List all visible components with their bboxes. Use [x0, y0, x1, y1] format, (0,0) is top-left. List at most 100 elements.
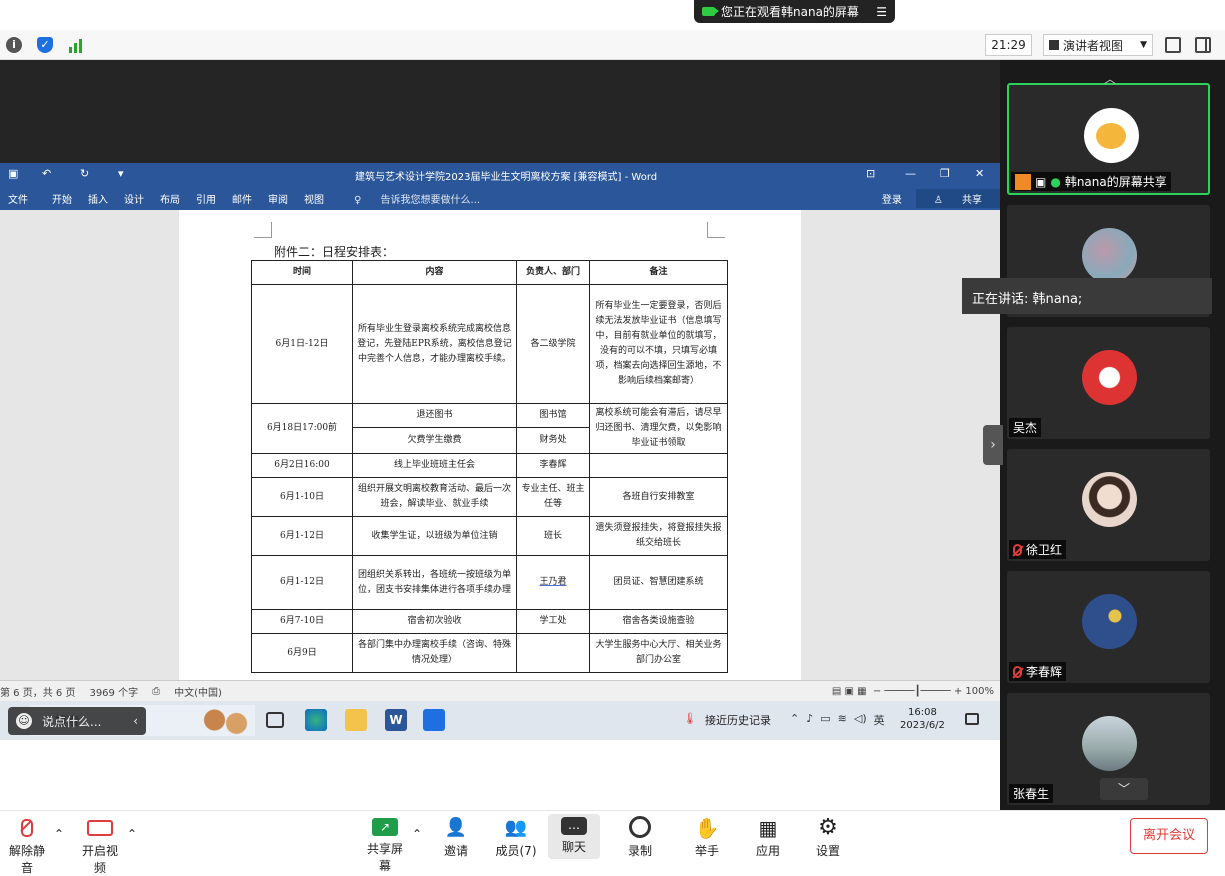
- participant-tile[interactable]: 徐卫红: [1007, 449, 1210, 561]
- cell-content[interactable]: 宿舍初次验收: [352, 609, 517, 634]
- cell-time[interactable]: 6月9日: [251, 633, 353, 673]
- cell-time[interactable]: 6月1日-12日: [251, 284, 353, 404]
- close-icon[interactable]: ✕: [975, 167, 984, 180]
- invite-button[interactable]: 👤 邀请: [440, 816, 472, 859]
- chevron-up-icon[interactable]: ⌃: [790, 712, 799, 728]
- menu-references[interactable]: 引用: [196, 191, 216, 206]
- side-panel-icon[interactable]: [1195, 37, 1211, 53]
- participants-button[interactable]: 👥 成员(7): [494, 816, 538, 859]
- menu-mailings[interactable]: 邮件: [232, 191, 252, 206]
- cell-owner[interactable]: 王乃君: [516, 555, 590, 610]
- ribbon-options-icon[interactable]: ⊡: [866, 167, 875, 180]
- cell-note[interactable]: 离校系统可能会有滞后，请尽早归还图书、清理欠费，以免影响毕业证书领取: [589, 403, 728, 454]
- cell-owner[interactable]: [516, 633, 590, 673]
- cell-time[interactable]: 6月7-10日: [251, 609, 353, 634]
- mic-icon[interactable]: ♪: [806, 712, 813, 728]
- word-count[interactable]: 3969 个字: [89, 684, 138, 699]
- cell-content[interactable]: 组织开展文明离校教育活动、最后一次班会，解读毕业、就业手续: [352, 477, 517, 517]
- file-explorer-icon[interactable]: [345, 709, 367, 731]
- cell-owner[interactable]: 财务处: [516, 427, 590, 454]
- fullscreen-icon[interactable]: [1165, 37, 1181, 53]
- proofing-icon[interactable]: ⎙: [152, 686, 160, 697]
- cell-content[interactable]: 线上毕业班班主任会: [352, 453, 517, 478]
- menu-view[interactable]: 视图: [304, 191, 324, 206]
- participant-tile[interactable]: ▣ ● 韩nana的屏幕共享: [1007, 83, 1210, 195]
- leave-meeting-button[interactable]: 离开会议: [1130, 818, 1208, 854]
- info-icon[interactable]: i: [6, 37, 22, 53]
- cell-content[interactable]: 退还图书: [352, 402, 517, 429]
- cell-note[interactable]: 宿舍各类设施查验: [589, 609, 728, 634]
- cell-content[interactable]: 所有毕业生登录离校系统完成离校信息登记，先登陆EPR系统，离校信息登记中完善个人…: [352, 284, 517, 404]
- minimize-icon[interactable]: —: [905, 167, 916, 180]
- customize-icon[interactable]: ▾: [118, 167, 124, 180]
- cell-owner[interactable]: 学工处: [516, 609, 590, 634]
- chevron-left-icon[interactable]: ‹: [133, 714, 138, 728]
- cell-content[interactable]: 团组织关系转出，各班统一按班级为单位，团支书安排集体进行各项手续办理: [352, 555, 517, 610]
- page-count[interactable]: 第 6 页，共 6 页: [0, 684, 75, 699]
- cell-time[interactable]: 6月2日16:00: [251, 453, 353, 478]
- chevron-up-icon[interactable]: ⌃: [127, 827, 137, 841]
- chevron-up-icon[interactable]: ⌃: [412, 827, 422, 841]
- shield-icon[interactable]: ✓: [37, 37, 53, 53]
- chat-input-overlay[interactable]: ☺ 说点什么... ‹: [8, 707, 146, 735]
- view-selector[interactable]: 演讲者视图 ▼: [1043, 34, 1153, 56]
- menu-layout[interactable]: 布局: [160, 191, 180, 206]
- zoom-slider[interactable]: ▤ ▣ ▦ − ─────┃───── + 100%: [832, 686, 994, 697]
- redo-icon[interactable]: ↻: [80, 167, 89, 180]
- battery-icon[interactable]: ▭: [820, 712, 830, 728]
- save-icon[interactable]: ▣: [8, 167, 18, 180]
- start-video-button[interactable]: 开启视频: [77, 816, 123, 876]
- wifi-icon[interactable]: ≋: [838, 712, 847, 728]
- cell-owner[interactable]: 各二级学院: [516, 284, 590, 404]
- meeting-app-icon[interactable]: [423, 709, 445, 731]
- cell-content[interactable]: 收集学生证，以班级为单位注销: [352, 516, 517, 556]
- screen-share-banner[interactable]: 您正在观看韩nana的屏幕 ☰: [694, 0, 895, 23]
- cell-time[interactable]: 6月18日17:00前: [251, 403, 353, 454]
- share-screen-button[interactable]: ↗ 共享屏幕: [362, 816, 408, 874]
- menu-home[interactable]: 开始: [52, 191, 72, 206]
- menu-file[interactable]: 文件: [8, 191, 28, 206]
- cell-owner[interactable]: 李春辉: [516, 453, 590, 478]
- apps-button[interactable]: ▦ 应用: [753, 816, 783, 859]
- cell-owner[interactable]: 班长: [516, 516, 590, 556]
- task-view-icon[interactable]: [266, 712, 284, 728]
- chat-button[interactable]: … 聊天: [548, 814, 600, 859]
- login-link[interactable]: 登录: [882, 191, 902, 206]
- cell-note[interactable]: 遗失须登报挂失，将登报挂失报纸交给班长: [589, 516, 728, 556]
- edge-icon[interactable]: [305, 709, 327, 731]
- participant-tile[interactable]: 吴杰: [1007, 327, 1210, 439]
- settings-button[interactable]: ⚙ 设置: [813, 816, 843, 859]
- cell-note[interactable]: 所有毕业生一定要登录，否则后续无法发放毕业证书（信息填写中，目前有就业单位的就填…: [589, 284, 728, 404]
- unmute-button[interactable]: 解除静音: [4, 816, 50, 876]
- cell-note[interactable]: 团员证、智慧团建系统: [589, 555, 728, 610]
- cell-time[interactable]: 6月1-10日: [251, 477, 353, 517]
- weather-widget[interactable]: 🌡 接近历史记录: [683, 712, 771, 728]
- menu-design[interactable]: 设计: [124, 191, 144, 206]
- cell-owner[interactable]: 专业主任、班主任等: [516, 477, 590, 517]
- participant-tile[interactable]: 李春辉: [1007, 571, 1210, 683]
- word-app-icon[interactable]: W: [385, 709, 407, 731]
- system-tray[interactable]: ⌃ ♪ ▭ ≋ ◁) 英: [790, 712, 885, 728]
- cell-owner[interactable]: 图书馆: [516, 402, 590, 429]
- chevron-up-icon[interactable]: ⌃: [54, 827, 64, 841]
- record-button[interactable]: 录制: [625, 816, 655, 859]
- language[interactable]: 中文(中国): [174, 684, 222, 699]
- cell-time[interactable]: 6月1-12日: [251, 516, 353, 556]
- scroll-down-button[interactable]: ﹀: [1100, 778, 1148, 800]
- cell-content[interactable]: 各部门集中办理离校手续（咨询、特殊情况处理）: [352, 633, 517, 673]
- signal-icon[interactable]: [68, 37, 84, 53]
- raise-hand-button[interactable]: ✋ 举手: [692, 816, 722, 859]
- cell-note[interactable]: 大学生服务中心大厅、相关业务部门办公室: [589, 633, 728, 673]
- ime-indicator[interactable]: 英: [874, 712, 885, 728]
- cell-time[interactable]: 6月1-12日: [251, 555, 353, 610]
- cell-note[interactable]: 各班自行安排教室: [589, 477, 728, 517]
- cell-content[interactable]: 欠费学生缴费: [352, 427, 517, 454]
- share-button[interactable]: ♙ 共享: [915, 188, 1000, 208]
- emoji-icon[interactable]: ☺: [16, 713, 32, 729]
- notification-icon[interactable]: [965, 713, 979, 725]
- menu-icon[interactable]: ☰: [876, 5, 887, 19]
- cell-note[interactable]: [589, 453, 728, 478]
- menu-insert[interactable]: 插入: [88, 191, 108, 206]
- taskbar-clock[interactable]: 16:08 2023/6/2: [900, 706, 945, 732]
- undo-icon[interactable]: ↶: [42, 167, 51, 180]
